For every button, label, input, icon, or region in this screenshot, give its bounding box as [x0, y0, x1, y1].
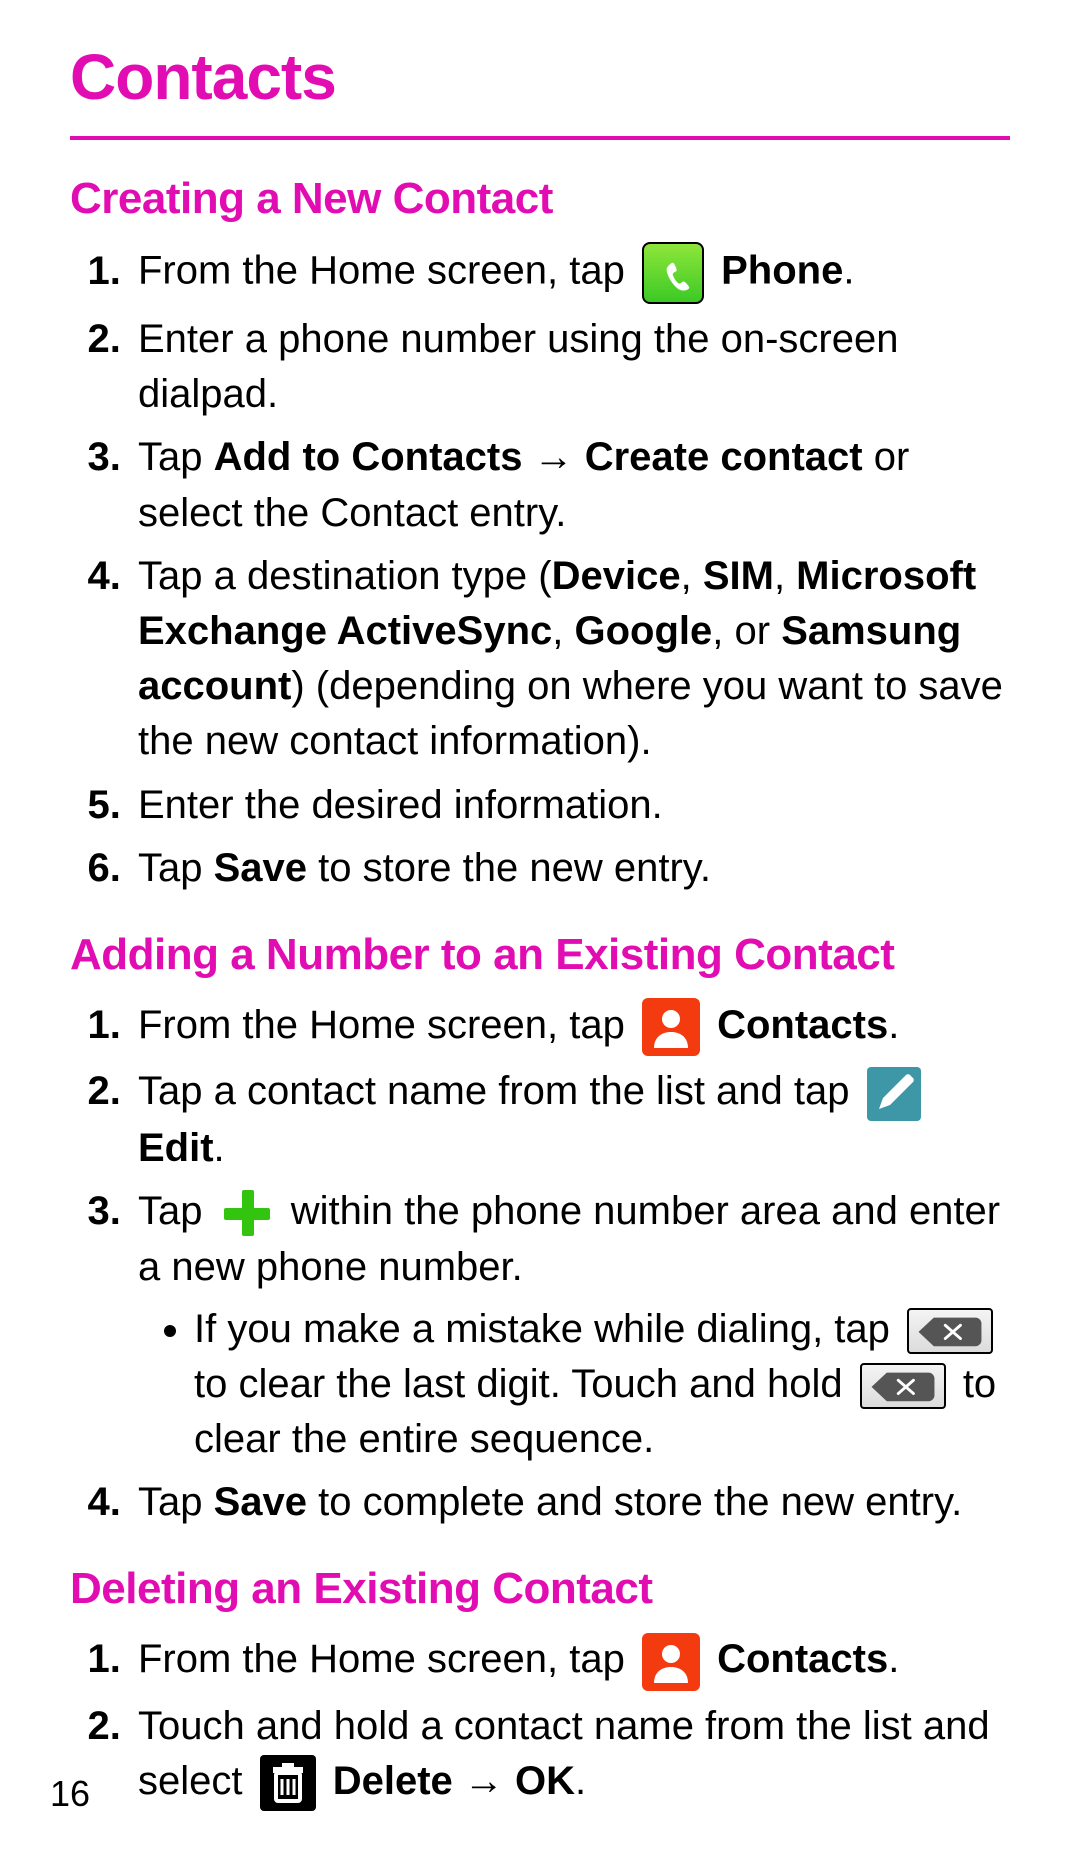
text-bold: Phone — [721, 249, 843, 293]
edit-icon — [867, 1067, 921, 1121]
steps-create: From the Home screen, tap Phone. Enter a… — [84, 242, 1010, 896]
page-title: Contacts — [70, 40, 1010, 114]
text: Tap a contact name from the list and tap — [138, 1069, 861, 1113]
step: Touch and hold a contact name from the l… — [132, 1699, 1010, 1812]
text: Enter the desired information. — [138, 783, 663, 827]
backspace-icon — [860, 1363, 946, 1409]
steps-delete: From the Home screen, tap Contacts. Touc… — [84, 1632, 1010, 1811]
step: Tap Save to store the new entry. — [132, 841, 1010, 896]
step: From the Home screen, tap Contacts. — [132, 1632, 1010, 1690]
trash-icon — [260, 1755, 316, 1811]
text: . — [214, 1126, 225, 1170]
text: to store the new entry. — [307, 846, 711, 890]
step: Tap within the phone number area and ent… — [132, 1184, 1010, 1467]
text-bold: Contacts — [717, 1637, 888, 1681]
sub-bullets: If you make a mistake while dialing, tap… — [150, 1302, 1010, 1468]
text: . — [575, 1759, 586, 1803]
text: Tap — [138, 435, 214, 479]
text-bold: Google — [575, 609, 713, 653]
text: From the Home screen, tap — [138, 249, 636, 293]
text: If you make a mistake while dialing, tap — [194, 1307, 901, 1351]
text-bold: Save — [214, 846, 307, 890]
text: . — [888, 1637, 899, 1681]
title-rule — [70, 136, 1010, 140]
arrow: → — [522, 435, 584, 479]
steps-add: From the Home screen, tap Contacts. Tap … — [84, 998, 1010, 1530]
text: From the Home screen, tap — [138, 1003, 636, 1047]
contacts-icon — [642, 998, 700, 1056]
text-bold: Create contact — [585, 435, 863, 479]
text: . — [843, 249, 854, 293]
phone-icon — [642, 242, 704, 304]
text: , or — [712, 609, 781, 653]
text: , — [681, 554, 703, 598]
step: Tap Add to Contacts → Create contact or … — [132, 430, 1010, 540]
text: Enter a phone number using the on-screen… — [138, 317, 899, 416]
step: From the Home screen, tap Contacts. — [132, 998, 1010, 1056]
step: Tap a destination type (Device, SIM, Mic… — [132, 549, 1010, 770]
text-bold: Delete — [333, 1759, 453, 1803]
step: Enter the desired information. — [132, 778, 1010, 833]
text-bold: Device — [552, 554, 681, 598]
bullet: If you make a mistake while dialing, tap… — [194, 1302, 1010, 1468]
section-heading-delete: Deleting an Existing Contact — [70, 1564, 1010, 1614]
text: , — [774, 554, 796, 598]
text: . — [888, 1003, 899, 1047]
text: Tap — [138, 1480, 214, 1524]
text: Tap a destination type ( — [138, 554, 552, 598]
manual-page: Contacts Creating a New Contact From the… — [0, 0, 1080, 1849]
arrow: → — [453, 1759, 515, 1803]
backspace-icon — [907, 1308, 993, 1354]
text: Tap — [138, 846, 214, 890]
text: From the Home screen, tap — [138, 1637, 636, 1681]
plus-icon — [220, 1186, 274, 1240]
step: Tap a contact name from the list and tap… — [132, 1064, 1010, 1176]
text-bold: SIM — [703, 554, 774, 598]
text-bold: Contacts — [717, 1003, 888, 1047]
step: Tap Save to complete and store the new e… — [132, 1475, 1010, 1530]
text: Tap — [138, 1189, 214, 1233]
section-heading-create: Creating a New Contact — [70, 174, 1010, 224]
step: Enter a phone number using the on-screen… — [132, 312, 1010, 422]
contacts-icon — [642, 1633, 700, 1691]
text: , — [552, 609, 574, 653]
text-bold: Edit — [138, 1126, 214, 1170]
section-heading-add: Adding a Number to an Existing Contact — [70, 930, 1010, 980]
text: to clear the last digit. Touch and hold — [194, 1362, 854, 1406]
text: to complete and store the new entry. — [307, 1480, 962, 1524]
step: From the Home screen, tap Phone. — [132, 242, 1010, 304]
text-bold: Add to Contacts — [214, 435, 523, 479]
text-bold: Save — [214, 1480, 307, 1524]
text-bold: OK — [515, 1759, 575, 1803]
page-number: 16 — [50, 1773, 90, 1815]
